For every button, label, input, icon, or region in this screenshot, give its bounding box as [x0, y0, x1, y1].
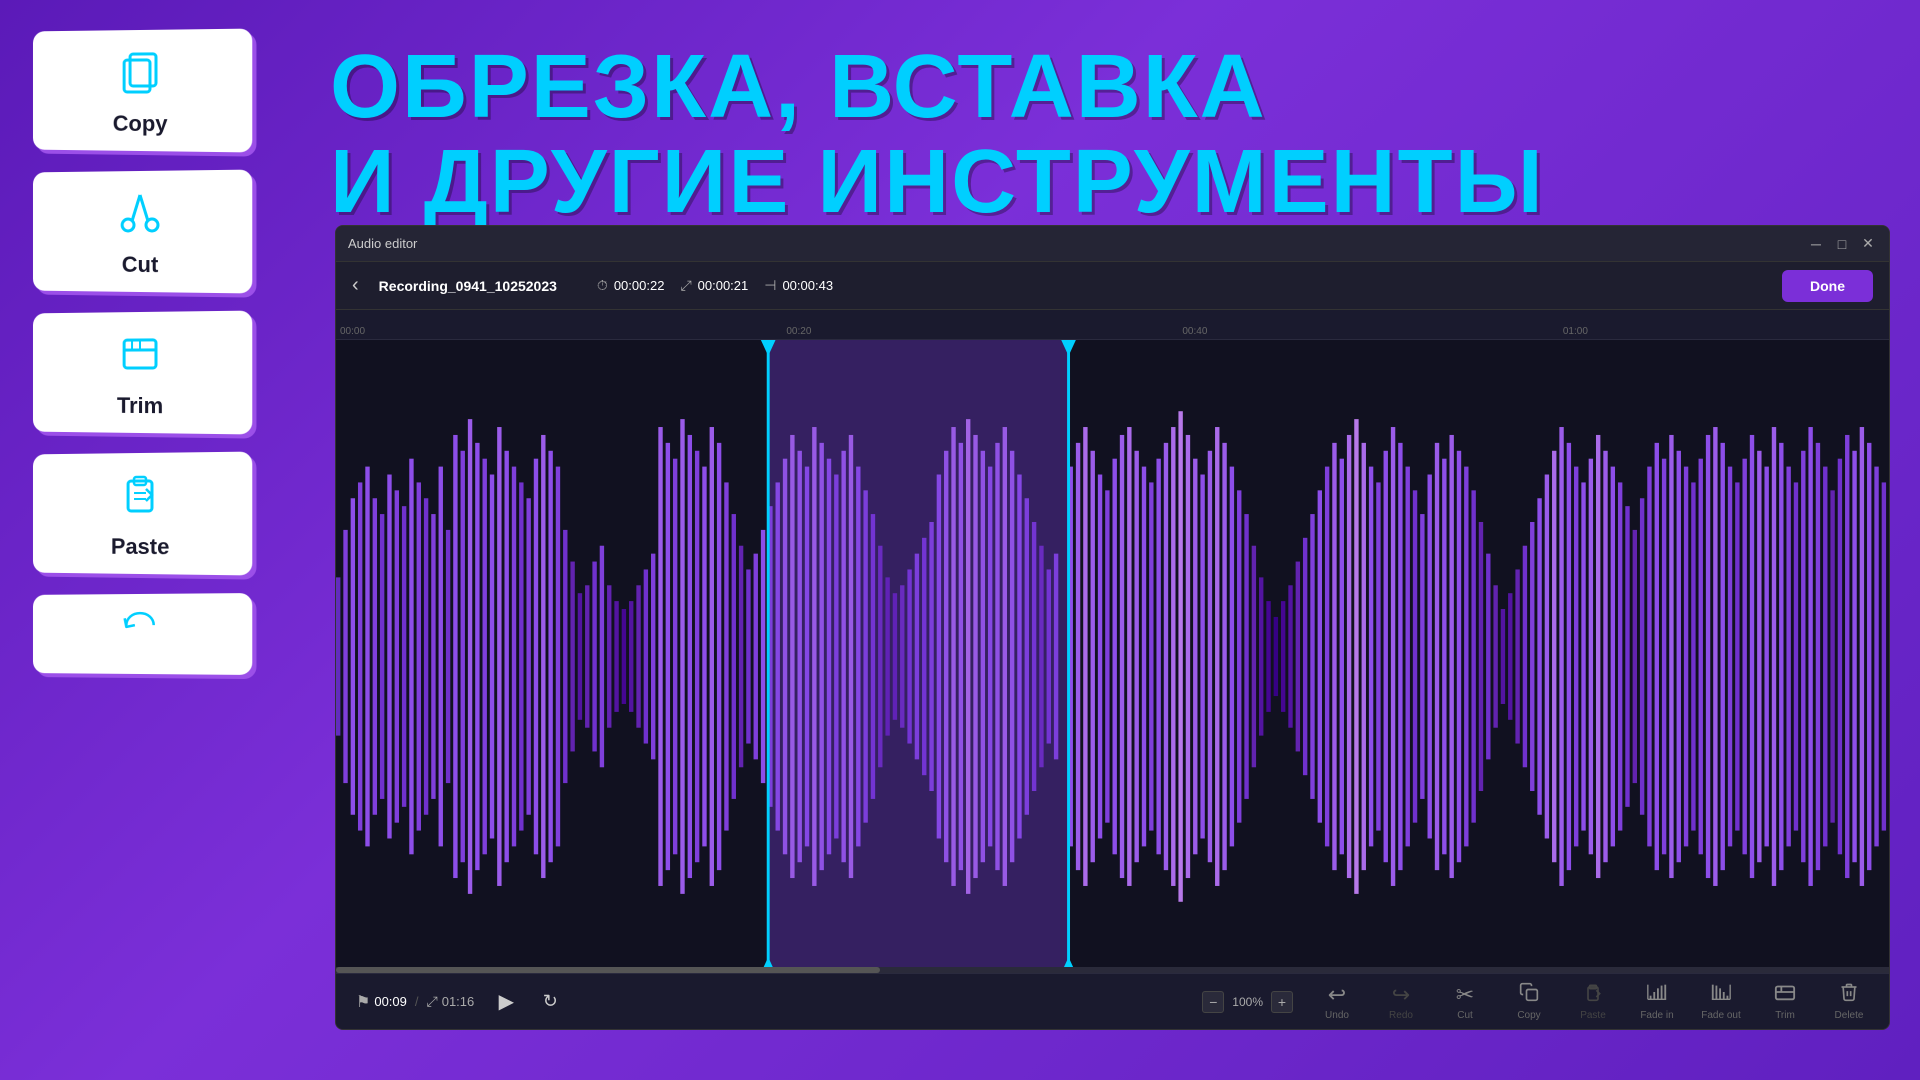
undo-tool-icon: ↩: [1328, 982, 1346, 1008]
header-bar: ‹ Recording_0941_10252023 ⏱ 00:00:22 ⤢ 0…: [336, 262, 1889, 310]
title-line1: ОБРЕЗКА, ВСТАВКА: [330, 40, 1590, 135]
tool-card-copy[interactable]: Copy: [33, 29, 252, 153]
delete-tool-label: Delete: [1835, 1010, 1864, 1021]
trim-tool-label: Trim: [1775, 1010, 1795, 1021]
window-controls: ─ □ ✕: [1807, 235, 1877, 253]
editor-window: Audio editor ─ □ ✕ ‹ Recording_0941_1025…: [335, 225, 1890, 1030]
delete-tool-button[interactable]: Delete: [1829, 982, 1869, 1021]
flag-icon: ⚑: [356, 992, 370, 1012]
trim-tool-button[interactable]: Trim: [1765, 982, 1805, 1021]
fade-in-tool-icon: [1646, 982, 1668, 1008]
paste-tool-button[interactable]: Paste: [1573, 982, 1613, 1021]
ruler-mark-3: 01:00: [1563, 326, 1588, 337]
time-end-item: ⊣ 00:00:43: [764, 277, 833, 294]
redo-tool-button[interactable]: ↪ Redo: [1381, 982, 1421, 1021]
toolbar-right: − 100% + ↩ Undo ↪ Redo ✂ Cut: [1192, 982, 1869, 1021]
time-start-item: ⏱ 00:00:22: [597, 277, 665, 294]
undo-icon: [119, 608, 161, 654]
undo-tool-label: Undo: [1325, 1010, 1349, 1021]
copy-icon: [116, 48, 164, 103]
cut-tool-label: Cut: [1457, 1010, 1473, 1021]
done-button[interactable]: Done: [1782, 270, 1873, 302]
time-start-value: 00:00:22: [614, 278, 665, 293]
total-time: 01:16: [442, 994, 475, 1009]
cut-label: Cut: [122, 252, 159, 278]
main-title: ОБРЕЗКА, ВСТАВКА И ДРУГИЕ ИНСТРУМЕНТЫ: [330, 40, 1590, 229]
timeline-ruler: 00:00 00:20 00:40 01:00: [336, 310, 1889, 340]
play-button[interactable]: ▶: [490, 986, 522, 1018]
cut-tool-button[interactable]: ✂ Cut: [1445, 982, 1485, 1021]
trim-icon: [116, 330, 164, 385]
time-duration-value: 00:00:21: [698, 278, 749, 293]
cut-icon: [116, 189, 164, 244]
duration-icon: ⤢: [680, 277, 691, 294]
maximize-button[interactable]: □: [1833, 235, 1851, 253]
undo-tool-button[interactable]: ↩ Undo: [1317, 982, 1357, 1021]
transport-time: ⚑ 00:09 / ⤢ 01:16: [356, 992, 474, 1012]
zoom-icon: ⤢: [427, 993, 438, 1010]
copy-tool-button[interactable]: Copy: [1509, 982, 1549, 1021]
minimize-button[interactable]: ─: [1807, 235, 1825, 253]
cut-tool-icon: ✂: [1456, 982, 1474, 1008]
time-duration-item: ⤢ 00:00:21: [680, 277, 748, 294]
fade-out-tool-label: Fade out: [1701, 1010, 1740, 1021]
current-time: 00:09: [374, 994, 407, 1009]
trim-tool-icon: [1774, 982, 1796, 1008]
waveform-svg: [336, 340, 1889, 973]
ruler-mark-1: 00:20: [786, 326, 811, 337]
time-end-value: 00:00:43: [782, 278, 833, 293]
scrollbar-track[interactable]: [336, 967, 1889, 973]
tools-panel: Copy Cut Trim: [0, 0, 280, 1080]
title-line2: И ДРУГИЕ ИНСТРУМЕНТЫ: [330, 135, 1590, 230]
ruler-mark-0: 00:00: [340, 326, 365, 337]
paste-label: Paste: [111, 534, 169, 560]
copy-label: Copy: [113, 111, 168, 137]
ruler-marks: 00:00 00:20 00:40 01:00: [336, 310, 1889, 339]
end-icon: ⊣: [764, 277, 776, 294]
zoom-out-button[interactable]: −: [1202, 991, 1224, 1013]
fade-out-tool-icon: [1710, 982, 1732, 1008]
close-button[interactable]: ✕: [1859, 235, 1877, 253]
zoom-value: 100%: [1232, 995, 1263, 1009]
fade-out-tool-button[interactable]: Fade out: [1701, 982, 1741, 1021]
time-separator: /: [415, 994, 419, 1009]
paste-icon: [116, 471, 164, 526]
transport-bar: ⚑ 00:09 / ⤢ 01:16 ▶ ↻ − 100% + ↩ Undo: [336, 973, 1889, 1029]
editor-title: Audio editor: [348, 236, 1807, 251]
zoom-controls: − 100% +: [1202, 991, 1293, 1013]
tool-card-undo-partial[interactable]: [33, 593, 252, 675]
ruler-mark-2: 00:40: [1182, 326, 1207, 337]
time-display: ⏱ 00:00:22 ⤢ 00:00:21 ⊣ 00:00:43: [597, 277, 833, 294]
filename-label: Recording_0941_10252023: [379, 278, 557, 294]
copy-tool-icon: [1519, 982, 1539, 1008]
redo-tool-label: Redo: [1389, 1010, 1413, 1021]
fade-in-tool-label: Fade in: [1640, 1010, 1673, 1021]
tool-card-cut[interactable]: Cut: [33, 170, 252, 294]
scrollbar-fill: [336, 967, 880, 973]
copy-tool-label: Copy: [1517, 1010, 1540, 1021]
transport-controls: ▶ ↻: [490, 986, 566, 1018]
waveform-container: [336, 340, 1889, 973]
tool-card-trim[interactable]: Trim: [33, 311, 252, 435]
clock-icon: ⏱: [597, 277, 608, 294]
delete-tool-icon: [1839, 982, 1859, 1008]
zoom-in-button[interactable]: +: [1271, 991, 1293, 1013]
paste-tool-icon: [1583, 982, 1603, 1008]
redo-tool-icon: ↪: [1392, 982, 1410, 1008]
paste-tool-label: Paste: [1580, 1010, 1606, 1021]
tool-card-paste[interactable]: Paste: [33, 452, 252, 576]
fade-in-tool-button[interactable]: Fade in: [1637, 982, 1677, 1021]
back-button[interactable]: ‹: [352, 274, 359, 297]
window-titlebar: Audio editor ─ □ ✕: [336, 226, 1889, 262]
trim-label: Trim: [117, 393, 163, 419]
loop-button[interactable]: ↻: [534, 986, 566, 1018]
